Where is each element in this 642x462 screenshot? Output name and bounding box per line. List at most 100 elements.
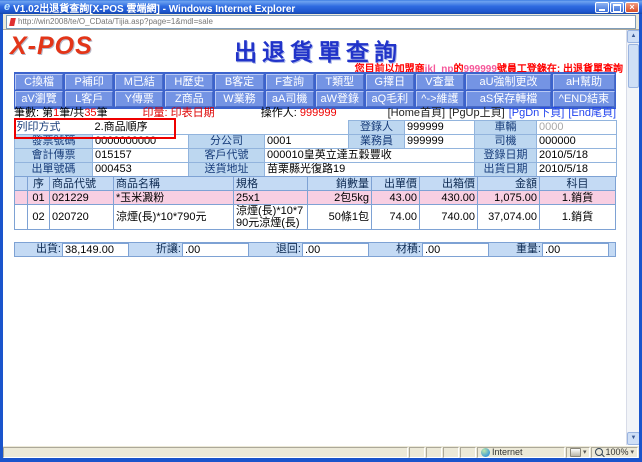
status-segment: [443, 447, 459, 458]
xpos-logo: X-POS: [10, 32, 93, 61]
toolbar-button-L客戶[interactable]: L客戶: [65, 91, 113, 107]
page-content: X-POS 出退貨單查詢 您目前以加盟商ikl_np的999999號員工登錄在:…: [3, 30, 639, 445]
window-titlebar[interactable]: e V1.02出退貨查詢[X-POS 雲端網] - Windows Intern…: [0, 0, 642, 14]
toolbar-button-V查量[interactable]: V查量: [416, 74, 464, 90]
items-col-header: 規格: [234, 177, 308, 191]
salesman-value[interactable]: 999999: [405, 135, 475, 149]
zoom-level: 100%: [605, 447, 628, 457]
scroll-up-button[interactable]: ▲: [627, 30, 639, 43]
order-no-value[interactable]: 000453: [93, 163, 189, 177]
vehicle-value[interactable]: 0000: [537, 121, 617, 135]
toolbar-button-W業務[interactable]: W業務: [215, 91, 263, 107]
register-date-value[interactable]: 2010/5/18: [537, 149, 617, 163]
toolbar-button-^END結束[interactable]: ^END結束: [553, 91, 615, 107]
toolbar-button-T類型[interactable]: T類型: [316, 74, 364, 90]
security-zone: Internet: [477, 447, 565, 458]
items-col-header: 出單價: [372, 177, 420, 191]
print-info: 印量: 印表日期: [142, 107, 260, 120]
toolbar-button-aW登錄[interactable]: aW登錄: [316, 91, 364, 107]
maximize-button[interactable]: [610, 2, 624, 13]
toolbar-button-Z商品[interactable]: Z商品: [165, 91, 213, 107]
row-selector: [15, 205, 28, 230]
order-form: 列印方式 2.商品順序 登錄人 999999 車輛 0000 發票號碼 0000…: [14, 120, 616, 177]
total-value: .00: [422, 243, 489, 257]
toolbar-button-C換檔[interactable]: C換檔: [15, 74, 63, 90]
total-label: 材積:: [375, 243, 422, 256]
item-qty: 2包5kg: [308, 191, 372, 205]
toolbar-button-H歷史[interactable]: H歷史: [165, 74, 213, 90]
item-seq: 01: [28, 191, 50, 205]
vertical-scrollbar[interactable]: ▲ ▼: [626, 30, 639, 445]
dropdown-caret-icon: ▾: [630, 448, 634, 456]
status-segment: [426, 447, 442, 458]
status-segment: [409, 447, 425, 458]
total-group: 材積:.00: [375, 243, 495, 256]
items-col-header: 商品代號: [50, 177, 114, 191]
magnifier-icon: [595, 448, 603, 456]
table-row[interactable]: 01021229*玉米澱粉25x12包5kg43.00430.001,075.0…: [15, 191, 616, 205]
url-text: http://win2008/te/O_CData/Tijia.asp?page…: [18, 17, 213, 26]
total-group: 退回:.00: [255, 243, 375, 256]
minimize-button[interactable]: [595, 2, 609, 13]
toolbar-button-P補印[interactable]: P補印: [65, 74, 113, 90]
total-group: 重量:.00: [495, 243, 615, 256]
scroll-down-button[interactable]: ▼: [627, 432, 639, 445]
items-col-header: 金額: [478, 177, 540, 191]
totals-bar: 出貨:38,149.00折讓:.00退回:.00材積:.00重量:.00: [14, 242, 616, 257]
row-selector-header: [15, 177, 28, 191]
driver-label: 司機: [475, 135, 537, 149]
item-name: 涼煙(長)*10*790元: [114, 205, 234, 230]
toolbar-button-M已結[interactable]: M已結: [115, 74, 163, 90]
scroll-thumb[interactable]: [628, 44, 639, 88]
protected-mode-indicator[interactable]: ▾: [566, 447, 591, 458]
address-value[interactable]: 苗栗縣光復路19: [265, 163, 475, 177]
order-no-label: 出單號碼: [15, 163, 93, 177]
registrant-value[interactable]: 999999: [405, 121, 475, 135]
table-row[interactable]: 02020720涼煙(長)*10*790元涼煙(長)*10*790元涼煙(長)5…: [15, 205, 616, 230]
total-group: 折讓:.00: [135, 243, 255, 256]
toolbar-button-F查詢[interactable]: F查詢: [266, 74, 314, 90]
nav-hint-4[interactable]: [End尾頁]: [568, 107, 616, 120]
print-mode-value[interactable]: 2.商品順序: [93, 121, 189, 135]
item-box_price: 740.00: [420, 205, 478, 230]
toolbar-button-^->維護[interactable]: ^->維護: [416, 91, 464, 107]
driver-value[interactable]: 000000: [537, 135, 617, 149]
nav-hint-3[interactable]: [PgDn下頁]: [509, 107, 565, 120]
zoom-control[interactable]: 100% ▾: [591, 447, 638, 458]
invoice-no-value[interactable]: 0000000000: [93, 135, 189, 149]
window-title: V1.02出退貨查詢[X-POS 雲端網] - Windows Internet…: [13, 0, 595, 15]
items-col-header: 銷數量: [308, 177, 372, 191]
items-col-header: 科目: [540, 177, 616, 191]
toolbar-button-aA司機[interactable]: aA司機: [266, 91, 314, 107]
voucher-no-label: 會計傳票: [15, 149, 93, 163]
customer-value[interactable]: 000010皇英立達五穀豐收: [265, 149, 475, 163]
toolbar-button-Y傳票[interactable]: Y傳票: [115, 91, 163, 107]
close-button[interactable]: ×: [625, 2, 639, 13]
invoice-no-label: 發票號碼: [15, 135, 93, 149]
toolbar-button-aQ毛利[interactable]: aQ毛利: [366, 91, 414, 107]
toolbar-button-aH幫助[interactable]: aH幫助: [553, 74, 615, 90]
total-value: 38,149.00: [62, 243, 129, 257]
toolbar-row-1: C換檔P補印M已結H歷史B客定F查詢T類型G擇日V查量aU強制更改aH幫助: [15, 74, 615, 90]
toolbar-button-G擇日[interactable]: G擇日: [366, 74, 414, 90]
voucher-no-value[interactable]: 015157: [93, 149, 189, 163]
nav-hint-2[interactable]: [PgUp上頁]: [449, 107, 505, 120]
zone-label: Internet: [492, 447, 523, 457]
ie-icon: e: [4, 2, 10, 12]
ship-date-value[interactable]: 2010/5/18: [537, 163, 617, 177]
total-value: .00: [182, 243, 249, 257]
branch-value[interactable]: 0001: [265, 135, 349, 149]
toolbar-button-aU強制更改[interactable]: aU強制更改: [466, 74, 551, 90]
record-counter: 筆數: 第1筆/共35筆: [14, 107, 142, 120]
salesman-label: 業務員: [349, 135, 405, 149]
item-unit_price: 74.00: [372, 205, 420, 230]
items-table: 序商品代號商品名稱規格銷數量出單價出箱價金額科目 01021229*玉米澱粉25…: [14, 176, 616, 230]
toolbar-button-aS保存轉檔[interactable]: aS保存轉檔: [466, 91, 551, 107]
toolbar-button-aV瀏覽[interactable]: aV瀏覽: [15, 91, 63, 107]
toolbar-button-B客定[interactable]: B客定: [215, 74, 263, 90]
status-message: [3, 447, 408, 458]
total-label: 出貨:: [15, 243, 62, 256]
nav-hint-1[interactable]: [Home首頁]: [388, 107, 445, 120]
items-header-row: 序商品代號商品名稱規格銷數量出單價出箱價金額科目: [15, 177, 616, 191]
url-field[interactable]: http://win2008/te/O_CData/Tijia.asp?page…: [6, 15, 636, 29]
